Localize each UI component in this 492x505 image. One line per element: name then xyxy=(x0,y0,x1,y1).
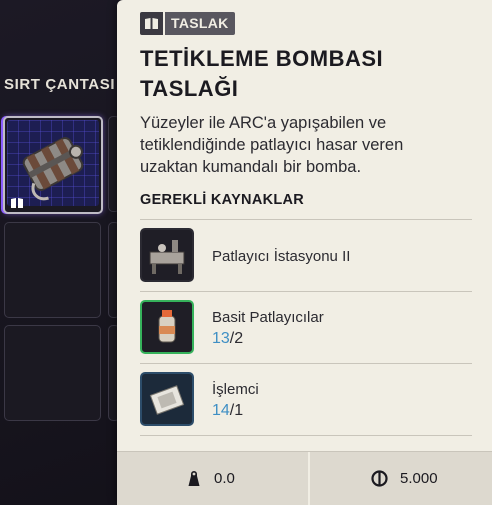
requirement-name: Basit Patlayıcılar xyxy=(212,309,324,326)
price-value: 5.000 xyxy=(400,470,438,487)
item-title: TETİKLEME BOMBASI TASLAĞI xyxy=(140,46,384,101)
book-icon xyxy=(140,12,163,35)
tag-label: TASLAK xyxy=(165,12,235,35)
inventory-slot[interactable] xyxy=(4,325,101,421)
explosive-compound-icon xyxy=(140,300,194,354)
requirement-row: İşlemci 14/1 xyxy=(140,366,472,426)
coin-icon xyxy=(371,470,388,487)
tooltip-footer: 0.0 5.000 xyxy=(117,451,492,505)
requirement-row: Patlayıcı İstasyonu II xyxy=(140,222,472,282)
footer-separator xyxy=(308,452,310,505)
requirement-have: 14 xyxy=(212,402,230,419)
requirement-name: İşlemci xyxy=(212,381,259,398)
item-thumbnail xyxy=(7,120,99,206)
blueprint-tag: TASLAK xyxy=(140,12,235,35)
item-description: Yüzeyler ile ARC'a yapışabilen ve tetikl… xyxy=(140,114,404,176)
weight-stat: 0.0 xyxy=(186,452,235,505)
divider xyxy=(140,363,472,364)
blueprint-badge-icon xyxy=(10,197,24,209)
requirement-need: /2 xyxy=(229,330,244,347)
divider xyxy=(140,435,472,436)
requirement-need: /1 xyxy=(229,402,244,419)
requirement-count: 13/2 xyxy=(212,330,243,348)
inventory-slot[interactable] xyxy=(4,222,101,318)
divider xyxy=(140,291,472,292)
weight-icon xyxy=(186,470,202,487)
price-stat: 5.000 xyxy=(371,452,438,505)
bomb-icon xyxy=(22,137,84,201)
item-tooltip: TASLAK TETİKLEME BOMBASI TASLAĞI Yüzeyle… xyxy=(117,0,492,505)
requirement-row: Basit Patlayıcılar 13/2 xyxy=(140,294,472,354)
divider xyxy=(140,219,472,220)
workstation-icon xyxy=(140,228,194,282)
requirements-header: GEREKLİ KAYNAKLAR xyxy=(140,192,305,208)
inventory-slot-selected[interactable] xyxy=(3,116,103,214)
requirement-name: Patlayıcı İstasyonu II xyxy=(212,248,351,265)
weight-value: 0.0 xyxy=(214,470,235,487)
requirement-count: 14/1 xyxy=(212,402,243,420)
requirement-have: 13 xyxy=(212,330,230,347)
inventory-title: SIRT ÇANTASI xyxy=(4,76,116,93)
processor-icon xyxy=(140,372,194,426)
